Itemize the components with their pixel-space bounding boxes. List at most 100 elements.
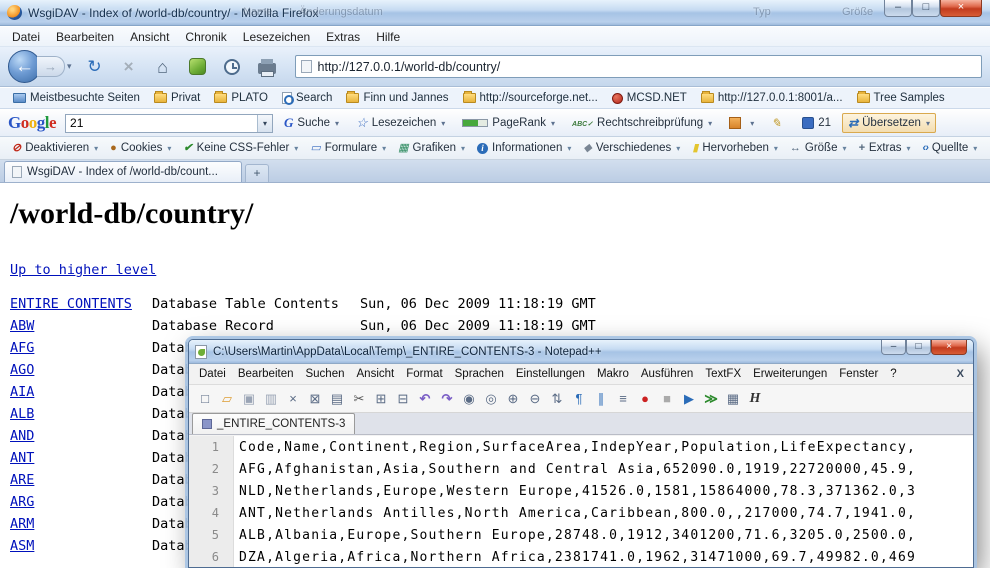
webdev-menu-button[interactable]: Cookies	[104, 140, 177, 156]
google-toolbar-button[interactable]	[723, 114, 760, 132]
notepad-menu-item[interactable]: Ausführen	[635, 366, 699, 382]
webdev-menu-button[interactable]: Größe	[784, 140, 853, 156]
forward-button[interactable]: →	[37, 56, 65, 77]
url-input[interactable]	[312, 59, 976, 75]
notepad-toolbar-icon[interactable]: ↶	[415, 389, 435, 409]
notepad-toolbar-icon[interactable]: ≡	[613, 389, 633, 409]
home-button[interactable]: ⌂	[151, 55, 175, 79]
notepad-toolbar-icon[interactable]: ↷	[437, 389, 457, 409]
entry-link[interactable]: ASM	[10, 538, 152, 554]
google-toolbar-button[interactable]: Lesezeichen	[350, 112, 451, 134]
menu-item[interactable]: Lesezeichen	[235, 28, 318, 46]
bookmark-item[interactable]: PLATO	[207, 90, 275, 106]
webdev-menu-button[interactable]: Hervorheben	[686, 140, 784, 156]
entry-link[interactable]: AIA	[10, 384, 152, 400]
notepad-menu-item[interactable]: Suchen	[299, 366, 350, 382]
entry-link[interactable]: ABW	[10, 318, 152, 334]
history-dropdown-icon[interactable]: ▾	[67, 61, 72, 72]
notepad-toolbar-icon[interactable]: ≫	[701, 389, 721, 409]
notepad-toolbar-icon[interactable]: ▦	[723, 389, 743, 409]
bookmark-item[interactable]: MCSD.NET	[605, 90, 694, 106]
notepad-toolbar-icon[interactable]: ▶	[679, 389, 699, 409]
notepad-toolbar-icon[interactable]: ▣	[239, 389, 259, 409]
feed-icon[interactable]	[189, 58, 206, 75]
notepad-menu-item[interactable]: TextFX	[699, 366, 747, 382]
webdev-menu-button[interactable]: Extras	[852, 140, 916, 156]
notepad-toolbar-icon[interactable]: H	[745, 389, 765, 409]
entry-link[interactable]: AGO	[10, 362, 152, 378]
menu-item[interactable]: Ansicht	[122, 28, 177, 46]
webdev-menu-button[interactable]: Deaktivieren	[6, 140, 104, 156]
webdev-menu-button[interactable]: Informationen	[471, 140, 577, 156]
notepad-toolbar-icon[interactable]: ▥	[261, 389, 281, 409]
close-button[interactable]: ×	[940, 0, 982, 17]
notepad-maximize-button[interactable]: □	[906, 340, 931, 355]
search-dropdown-icon[interactable]: ▾	[257, 115, 272, 132]
print-icon[interactable]	[258, 63, 276, 74]
notepad-menu-item[interactable]: Fenster	[833, 366, 884, 382]
menu-item[interactable]: Bearbeiten	[48, 28, 122, 46]
bookmark-item[interactable]: Meistbesuchte Seiten	[6, 90, 147, 106]
notepad-menu-item[interactable]: Ansicht	[351, 366, 401, 382]
notepad-toolbar-icon[interactable]: ▤	[327, 389, 347, 409]
entry-link[interactable]: ARE	[10, 472, 152, 488]
maximize-button[interactable]: □	[912, 0, 940, 17]
google-toolbar-button[interactable]: Suche	[278, 112, 345, 134]
entry-link[interactable]: ANT	[10, 450, 152, 466]
notepad-toolbar-icon[interactable]: ●	[635, 389, 655, 409]
notepad-menu-item[interactable]: Erweiterungen	[747, 366, 833, 382]
bookmark-item[interactable]: Tree Samples	[850, 90, 952, 106]
notepad-menu-item[interactable]: Bearbeiten	[232, 366, 300, 382]
entry-link[interactable]: AND	[10, 428, 152, 444]
google-toolbar-button[interactable]: PageRank	[456, 114, 561, 132]
entry-link[interactable]: ENTIRE CONTENTS	[10, 296, 152, 312]
notepad-menu-item[interactable]: Format	[400, 366, 448, 382]
entry-link[interactable]: AFG	[10, 340, 152, 356]
notepad-toolbar-icon[interactable]: ⊞	[371, 389, 391, 409]
notepad-toolbar-icon[interactable]: ∥	[591, 389, 611, 409]
notepad-toolbar-icon[interactable]: ⇅	[547, 389, 567, 409]
google-toolbar-button[interactable]: Rechtschreibprüfung	[566, 114, 718, 132]
webdev-menu-button[interactable]: Formulare	[304, 140, 392, 156]
menu-item[interactable]: Hilfe	[368, 28, 408, 46]
notepad-toolbar-icon[interactable]: ⊖	[525, 389, 545, 409]
reload-button[interactable]: ↻	[83, 55, 107, 79]
google-toolbar-button[interactable]	[765, 113, 791, 133]
notepad-toolbar-icon[interactable]: ⊟	[393, 389, 413, 409]
tab-active[interactable]: WsgiDAV - Index of /world-db/count...	[4, 161, 242, 182]
notepad-menu-item[interactable]: Sprachen	[449, 366, 510, 382]
notepad-close-button[interactable]: ×	[931, 340, 967, 355]
notepad-toolbar-icon[interactable]: ⊠	[305, 389, 325, 409]
notepad-menu-item[interactable]: Datei	[193, 366, 232, 382]
menu-item[interactable]: Chronik	[177, 28, 234, 46]
notepad-toolbar-icon[interactable]: □	[195, 389, 215, 409]
notepad-minimize-button[interactable]: –	[881, 340, 906, 355]
notepad-toolbar-icon[interactable]: ▱	[217, 389, 237, 409]
notepad-toolbar-icon[interactable]: ✂	[349, 389, 369, 409]
google-search-input[interactable]	[66, 115, 257, 132]
notepad-toolbar-icon[interactable]: ■	[657, 389, 677, 409]
menu-item[interactable]: Datei	[4, 28, 48, 46]
minimize-button[interactable]: –	[884, 0, 912, 17]
bookmark-item[interactable]: http://127.0.0.1:8001/a...	[694, 90, 850, 106]
new-tab-button[interactable]: +	[245, 164, 269, 182]
notepad-menu-item[interactable]: ?	[884, 366, 902, 382]
webdev-menu-button[interactable]: Verschiedenes	[577, 140, 686, 156]
notepad-toolbar-icon[interactable]: ×	[283, 389, 303, 409]
menu-item[interactable]: Extras	[318, 28, 368, 46]
entry-link[interactable]: ARG	[10, 494, 152, 510]
notepad-tab-active[interactable]: _ENTIRE_CONTENTS-3	[192, 413, 355, 434]
stop-button[interactable]: ×	[117, 55, 141, 79]
entry-link[interactable]: ALB	[10, 406, 152, 422]
up-to-higher-level-link[interactable]: Up to higher level	[10, 262, 156, 278]
notepad-toolbar-icon[interactable]: ¶	[569, 389, 589, 409]
entry-link[interactable]: ARM	[10, 516, 152, 532]
notepad-toolbar-icon[interactable]: ◉	[459, 389, 479, 409]
history-clock-icon[interactable]	[224, 59, 240, 75]
google-toolbar-button[interactable]: Übersetzen	[842, 113, 936, 133]
notepad-toolbar-icon[interactable]: ◎	[481, 389, 501, 409]
notepad-toolbar-icon[interactable]: ⊕	[503, 389, 523, 409]
webdev-menu-button[interactable]: Quellte	[917, 140, 984, 156]
webdev-menu-button[interactable]: Grafiken	[392, 140, 471, 156]
editor-area[interactable]: 1 Code,Name,Continent,Region,SurfaceArea…	[189, 436, 973, 567]
